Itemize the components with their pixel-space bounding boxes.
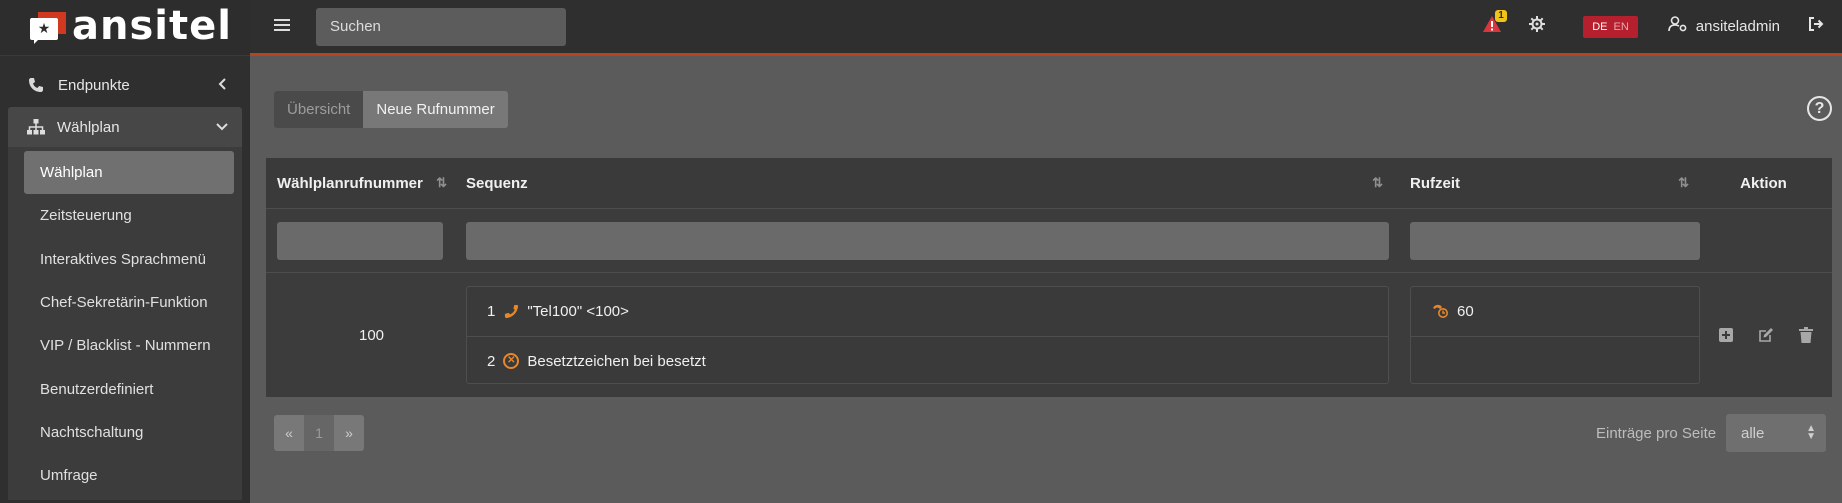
filter-number-input[interactable] — [277, 221, 443, 260]
column-header-number[interactable]: Wählplanrufnummer ⇅ — [266, 158, 455, 208]
filter-ringtime-input[interactable] — [1410, 221, 1700, 260]
phone-icon — [28, 77, 50, 93]
sort-icon[interactable]: ⇅ — [436, 175, 447, 191]
brand-name: ansitel — [72, 2, 232, 49]
username: ansiteladmin — [1695, 18, 1780, 35]
sidebar-item-endpoints[interactable]: Endpunkte — [0, 63, 250, 107]
sequence-item: 2 ✕ Besetztzeichen bei besetzt — [467, 336, 1388, 385]
filter-row — [266, 209, 1832, 273]
lang-de-option[interactable]: DE — [1589, 21, 1610, 33]
chevron-left-icon — [218, 77, 228, 93]
row-actions — [1705, 327, 1832, 343]
per-page-label: Einträge pro Seite — [1596, 424, 1717, 442]
ringtime-box: 60 — [1410, 286, 1700, 384]
sidebar: ★ ansitel Endpunkte Wählplan Wählplan Ze… — [0, 0, 250, 503]
tab-new-number[interactable]: Neue Rufnummer — [363, 91, 508, 128]
alert-count-badge: 1 — [1495, 10, 1507, 22]
tab-bar: Übersicht Neue Rufnummer — [274, 91, 508, 128]
dialplan-number: 100 — [358, 326, 385, 344]
table-header: Wählplanrufnummer ⇅ Sequenz ⇅ Rufzeit ⇅ … — [266, 158, 1832, 209]
sequence-item: 1 "Tel100" <100> — [487, 303, 629, 320]
delete-icon[interactable] — [1786, 327, 1826, 343]
search-input[interactable] — [316, 7, 566, 46]
sidebar-item-night-mode[interactable]: Nachtschaltung — [24, 411, 234, 454]
logo-mark-icon: ★ — [30, 11, 68, 44]
ringtime-value: 60 — [1457, 303, 1474, 320]
help-icon[interactable]: ? — [1807, 96, 1832, 121]
gear-icon[interactable] — [1529, 16, 1546, 37]
select-arrows-icon: ▲ ▼ — [1806, 423, 1816, 442]
language-switcher[interactable]: DE EN — [1583, 15, 1638, 38]
pagination-prev[interactable]: « — [274, 415, 304, 451]
pagination-next[interactable]: » — [334, 415, 364, 451]
brand-logo[interactable]: ★ ansitel — [0, 0, 250, 56]
sort-icon[interactable]: ⇅ — [1372, 175, 1383, 191]
sidebar-item-label: Endpunkte — [58, 76, 130, 94]
add-icon[interactable] — [1706, 328, 1746, 342]
phone-timer-icon — [1431, 302, 1449, 322]
sidebar-item-survey[interactable]: Umfrage — [24, 454, 234, 497]
sequence-text: Besetztzeichen bei besetzt — [527, 352, 706, 370]
sort-icon[interactable]: ⇅ — [1678, 175, 1689, 191]
sidebar-item-vip-blacklist[interactable]: VIP / Blacklist - Nummern — [24, 324, 234, 367]
phone-icon — [503, 304, 519, 319]
filter-sequence-input[interactable] — [466, 221, 1389, 260]
dialplan-table: Wählplanrufnummer ⇅ Sequenz ⇅ Rufzeit ⇅ … — [266, 158, 1832, 397]
logout-icon[interactable] — [1808, 16, 1824, 37]
sidebar-item-time-control[interactable]: Zeitsteuerung — [24, 194, 234, 237]
ringtime-item-empty — [1411, 336, 1699, 385]
main-content: Übersicht Neue Rufnummer ? Wählplanrufnu… — [250, 59, 1842, 503]
hamburger-menu-icon[interactable] — [274, 15, 292, 38]
sidebar-item-custom[interactable]: Benutzerdefiniert — [24, 367, 234, 410]
sidebar-group-label: Wählplan — [57, 118, 120, 136]
sidebar-item-ivr[interactable]: Interaktives Sprachmenü — [24, 238, 234, 281]
lang-en-option[interactable]: EN — [1611, 21, 1632, 33]
user-cog-icon — [1667, 16, 1688, 37]
per-page-select[interactable]: alle ▲ ▼ — [1726, 414, 1826, 452]
dialplan-submenu: Wählplan Zeitsteuerung Interaktives Spra… — [8, 147, 242, 500]
sidebar-item-boss-secretary[interactable]: Chef-Sekretärin-Funktion — [24, 281, 234, 324]
column-header-ringtime[interactable]: Rufzeit ⇅ — [1399, 158, 1705, 208]
user-menu[interactable]: ansiteladmin — [1667, 16, 1780, 37]
sitemap-icon — [27, 119, 49, 135]
column-header-sequence[interactable]: Sequenz ⇅ — [455, 158, 1399, 208]
table-row: 100 1 "Tel100" <100> 2 ✕ Besetztzeichen … — [266, 273, 1832, 397]
sequence-text: "Tel100" <100> — [527, 303, 629, 320]
pagination-page[interactable]: 1 — [304, 415, 334, 451]
tab-overview[interactable]: Übersicht — [274, 91, 364, 128]
busy-circle-x-icon: ✕ — [503, 353, 520, 369]
sidebar-group-dialplan[interactable]: Wählplan — [8, 107, 242, 147]
topbar: 1 DE EN ansiteladmin — [250, 0, 1842, 56]
sequence-list: 1 "Tel100" <100> 2 ✕ Besetztzeichen bei … — [466, 286, 1389, 384]
edit-icon[interactable] — [1746, 327, 1786, 343]
sidebar-item-dialplan[interactable]: Wählplan — [24, 151, 234, 195]
column-header-action: Aktion — [1740, 174, 1787, 192]
pagination: « 1 » — [274, 415, 364, 451]
alert-button[interactable]: 1 — [1483, 10, 1507, 37]
chevron-down-icon — [216, 119, 228, 135]
ringtime-item: 60 — [1411, 287, 1699, 336]
